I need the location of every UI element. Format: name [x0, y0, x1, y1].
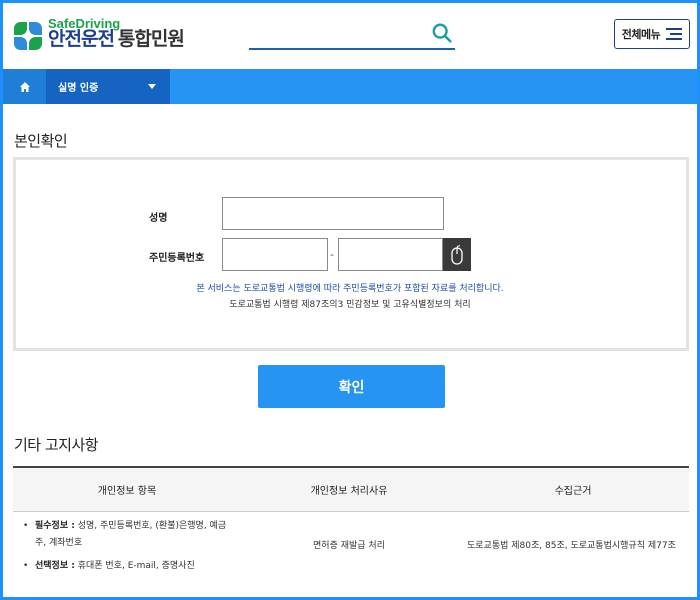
column-header: 수집근거: [457, 467, 689, 512]
logo-clover-icon: [14, 22, 42, 50]
item-key: 선택정보 :: [35, 560, 75, 571]
rrn-front-input[interactable]: [222, 238, 328, 271]
name-input[interactable]: [222, 197, 444, 230]
table-header-row: 개인정보 항목 개인정보 처리사유 수집근거: [13, 467, 689, 512]
virtual-keyboard-button[interactable]: [443, 238, 471, 271]
mouse-icon: [451, 244, 463, 265]
rrn-label: 주민등록번호: [149, 253, 205, 264]
column-header: 개인정보 항목: [13, 467, 241, 512]
site-header: SafeDriving 안전운전 통합민원 전체메뉴: [0, 0, 700, 69]
search-icon[interactable]: [431, 22, 453, 44]
location-dropdown-label: 실명 인증: [58, 83, 99, 94]
all-menu-button[interactable]: 전체메뉴: [614, 19, 690, 49]
other-notice-title: 기타 고지사항: [14, 436, 99, 454]
column-header: 개인정보 처리사유: [241, 467, 457, 512]
search-bar: [249, 20, 455, 50]
required-info-item: 필수정보 : 성명, 주민등록번호, (환불)은행명, 예금주, 계좌번호: [23, 518, 233, 552]
logo-title-sub: 통합민원: [117, 28, 185, 50]
hamburger-icon: [666, 28, 683, 40]
site-logo[interactable]: SafeDriving 안전운전 통합민원: [14, 16, 185, 56]
item-key: 필수정보 :: [35, 520, 75, 531]
location-bar: 실명 인증: [0, 69, 700, 104]
rrn-back-input[interactable]: [338, 238, 443, 271]
confirm-button[interactable]: 확인: [258, 365, 445, 408]
location-dropdown[interactable]: 실명 인증: [46, 69, 170, 104]
verify-section-title: 본인확인: [14, 132, 68, 150]
optional-info-item: 선택정보 : 휴대폰 번호, E-mail, 증명사진: [23, 558, 233, 575]
logo-title: 안전운전 통합민원: [48, 28, 185, 50]
home-button[interactable]: [3, 69, 46, 104]
chevron-down-icon: [148, 84, 156, 89]
name-label: 성명: [149, 213, 168, 224]
table-row: 필수정보 : 성명, 주민등록번호, (환불)은행명, 예금주, 계좌번호 선택…: [13, 511, 689, 581]
privacy-items-cell: 필수정보 : 성명, 주민등록번호, (환불)은행명, 예금주, 계좌번호 선택…: [13, 511, 241, 581]
all-menu-label: 전체메뉴: [621, 28, 661, 41]
rrn-notice: 본 서비스는 도로교통법 시행령에 따라 주민등록번호가 포함된 자료를 처리합…: [196, 284, 504, 294]
home-icon: [19, 81, 30, 92]
processing-reason-cell: 면허증 재발급 처리: [313, 540, 385, 551]
rrn-dash: -: [330, 248, 334, 261]
logo-title-main: 안전운전: [48, 28, 115, 50]
item-value: 휴대폰 번호, E-mail, 증명사진: [74, 560, 195, 571]
legal-basis-cell: 도로교통법 제80조, 85조, 도로교통법시행규칙 제77조: [467, 540, 676, 551]
legal-basis-notice: 도로교통법 시행령 제87조의3 민감정보 및 고유식별정보의 처리: [229, 300, 471, 310]
search-input[interactable]: [249, 20, 429, 48]
privacy-info-table: 개인정보 항목 개인정보 처리사유 수집근거 필수정보 : 성명, 주민등록번호…: [13, 466, 689, 581]
